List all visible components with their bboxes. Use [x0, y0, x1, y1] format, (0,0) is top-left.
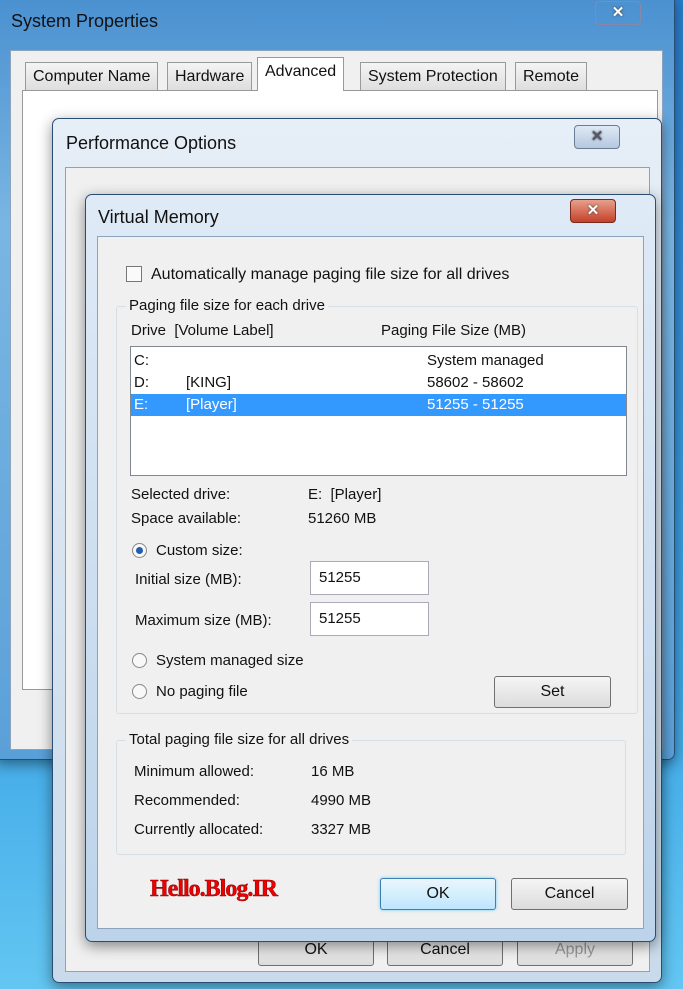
total-group-label: Total paging file size for all drives [126, 731, 353, 748]
recommended-label: Recommended: [134, 792, 240, 809]
close-button[interactable]: ✕ [570, 199, 616, 223]
window-title: System Properties [11, 11, 159, 31]
set-button[interactable]: Set [494, 676, 611, 708]
window-title: Virtual Memory [98, 207, 219, 227]
tab-hardware[interactable]: Hardware [167, 62, 253, 90]
initial-size-label: Initial size (MB): [135, 571, 242, 588]
drive-row[interactable]: C: System managed [131, 350, 626, 372]
cancel-button[interactable]: Cancel [511, 878, 628, 910]
allocated-label: Currently allocated: [134, 821, 264, 838]
no-paging-radio[interactable] [132, 684, 147, 699]
allocated-value: 3327 MB [311, 821, 372, 838]
drive-drive: E: [134, 396, 149, 413]
drive-label: [Player] [186, 396, 237, 413]
no-paging-label: No paging file [156, 683, 248, 700]
tab-advanced[interactable]: Advanced [257, 57, 345, 91]
initial-size-input[interactable]: 51255 [310, 561, 429, 595]
size-column-header: Paging File Size (MB) [381, 322, 527, 339]
minimum-value: 16 MB [311, 763, 355, 780]
drive-drive: D: [134, 374, 149, 391]
drive-list[interactable]: C: System managed D: [KING] 58602 - 58602 E: [… [130, 346, 627, 476]
custom-size-label: Custom size: [156, 542, 243, 559]
drive-row[interactable]: D: [KING] 58602 - 58602 [131, 372, 626, 394]
drive-size: 51255 - 51255 [427, 396, 524, 413]
close-button[interactable]: ✕ [574, 125, 620, 149]
maximum-size-label: Maximum size (MB): [135, 612, 272, 629]
custom-size-radio[interactable] [132, 543, 147, 558]
watermark-text: Hello.Blog.IR [150, 876, 279, 903]
ok-button[interactable]: OK [380, 878, 496, 910]
system-managed-label: System managed size [156, 652, 304, 669]
paging-group-label: Paging file size for each drive [126, 297, 328, 314]
tab-remote[interactable]: Remote [515, 62, 588, 90]
system-managed-radio[interactable] [132, 653, 147, 668]
drive-label: [KING] [186, 374, 232, 391]
auto-manage-label: Automatically manage paging file size fo… [151, 266, 510, 283]
window-title: Performance Options [66, 133, 237, 153]
drive-size: 58602 - 58602 [427, 374, 524, 391]
space-available-value: 51260 MB [308, 510, 377, 527]
drive-size: System managed [427, 352, 544, 369]
close-button[interactable]: ✕ [595, 1, 641, 25]
recommended-value: 4990 MB [311, 792, 372, 809]
drive-drive: C: [134, 352, 149, 369]
tab-system-protection[interactable]: System Protection [360, 62, 506, 90]
space-available-label: Space available: [131, 510, 242, 527]
selected-drive-value: E: [Player] [308, 486, 382, 503]
selected-drive-label: Selected drive: [131, 486, 231, 503]
drive-column-header: Drive [Volume Label] [131, 322, 274, 339]
minimum-label: Minimum allowed: [134, 763, 255, 780]
auto-manage-checkbox[interactable] [126, 266, 142, 282]
drive-row[interactable]: E: [Player] 51255 - 51255 [131, 394, 626, 416]
maximum-size-input[interactable]: 51255 [310, 602, 429, 636]
tab-computer-name[interactable]: Computer Name [25, 62, 159, 90]
